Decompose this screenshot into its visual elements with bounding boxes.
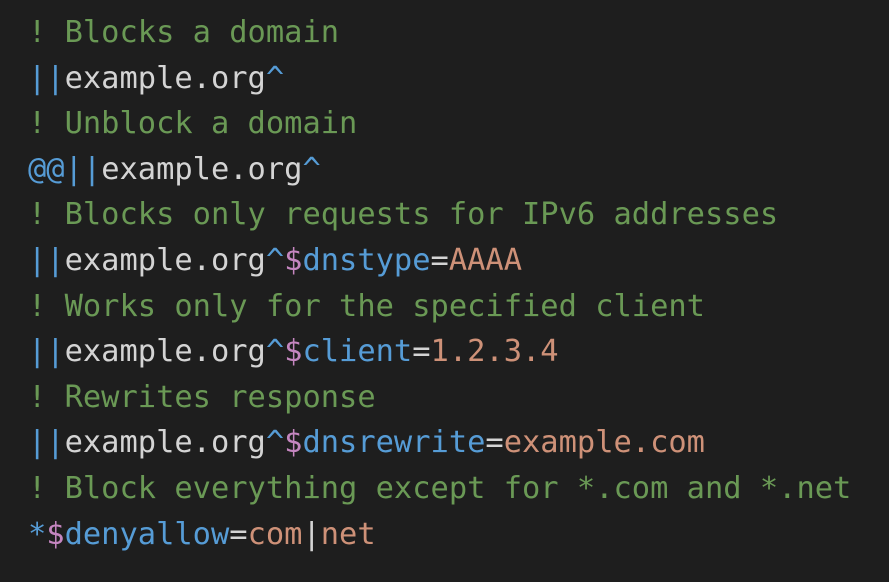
modifier-prefix: $ <box>284 242 303 278</box>
equals-sign: = <box>485 425 504 461</box>
rule-operator: || <box>28 242 65 278</box>
rule-operator: ^ <box>265 425 285 461</box>
filter-rule-line: ||example.org^$client=1.2.3.4 <box>28 329 851 375</box>
comment-text: ! Blocks a domain <box>28 15 340 50</box>
rule-text: | <box>302 516 321 552</box>
rule-text: example.org <box>64 60 266 96</box>
rule-text: example.org <box>64 425 266 461</box>
modifier-value: 1.2.3.4 <box>430 334 559 370</box>
filter-rule-line: ||example.org^$dnsrewrite=example.com <box>28 420 851 466</box>
rule-operator: ^ <box>302 151 321 187</box>
comment-text: ! Unblock a domain <box>28 106 358 142</box>
comment-text: ! Blocks only requests for IPv6 addresse… <box>28 197 779 233</box>
rule-text: example.org <box>64 242 266 278</box>
modifier-prefix: $ <box>284 334 303 370</box>
rule-operator: * <box>28 516 47 552</box>
equals-sign: = <box>430 242 449 278</box>
comment-line: ! Blocks a domain <box>28 10 851 56</box>
comment-line: ! Works only for the specified client <box>28 284 851 330</box>
rule-operator: || <box>28 334 65 370</box>
comment-line: ! Unblock a domain <box>28 101 851 147</box>
modifier-value: net <box>320 516 376 552</box>
code-editor[interactable]: ! Blocks a domain ||example.org^! Unblock… <box>28 10 851 557</box>
rule-text: example.org <box>101 151 303 187</box>
modifier-name: dnsrewrite <box>302 425 486 461</box>
comment-text: ! Works only for the specified client <box>28 288 705 324</box>
rule-operator: ^ <box>265 242 285 278</box>
modifier-name: dnstype <box>302 242 431 278</box>
comment-line: ! Block everything except for *.com and … <box>28 466 851 512</box>
equals-sign: = <box>412 334 431 370</box>
rule-operator: @@|| <box>28 151 102 187</box>
modifier-prefix: $ <box>46 516 65 552</box>
filter-rule-line: @@||example.org^ <box>28 147 851 193</box>
modifier-value: com <box>247 516 303 552</box>
modifier-value: example.com <box>503 425 705 461</box>
modifier-value: AAAA <box>448 242 523 278</box>
modifier-prefix: $ <box>284 425 303 461</box>
filter-rule-line: ||example.org^ <box>28 56 851 102</box>
rule-operator: || <box>28 425 65 461</box>
comment-text: ! Rewrites response <box>28 379 376 415</box>
rule-operator: ^ <box>265 334 285 370</box>
modifier-name: denyallow <box>64 516 230 552</box>
filter-rule-line: *$denyallow=com|net <box>28 512 851 558</box>
comment-line: ! Rewrites response <box>28 375 851 421</box>
rule-operator: || <box>28 60 65 96</box>
modifier-name: client <box>302 334 413 370</box>
rule-operator: ^ <box>265 60 285 96</box>
equals-sign: = <box>229 516 248 552</box>
comment-text: ! Block everything except for *.com and … <box>28 470 852 506</box>
filter-rule-line: ||example.org^$dnstype=AAAA <box>28 238 851 284</box>
comment-line: ! Blocks only requests for IPv6 addresse… <box>28 192 851 238</box>
rule-text: example.org <box>64 334 266 370</box>
